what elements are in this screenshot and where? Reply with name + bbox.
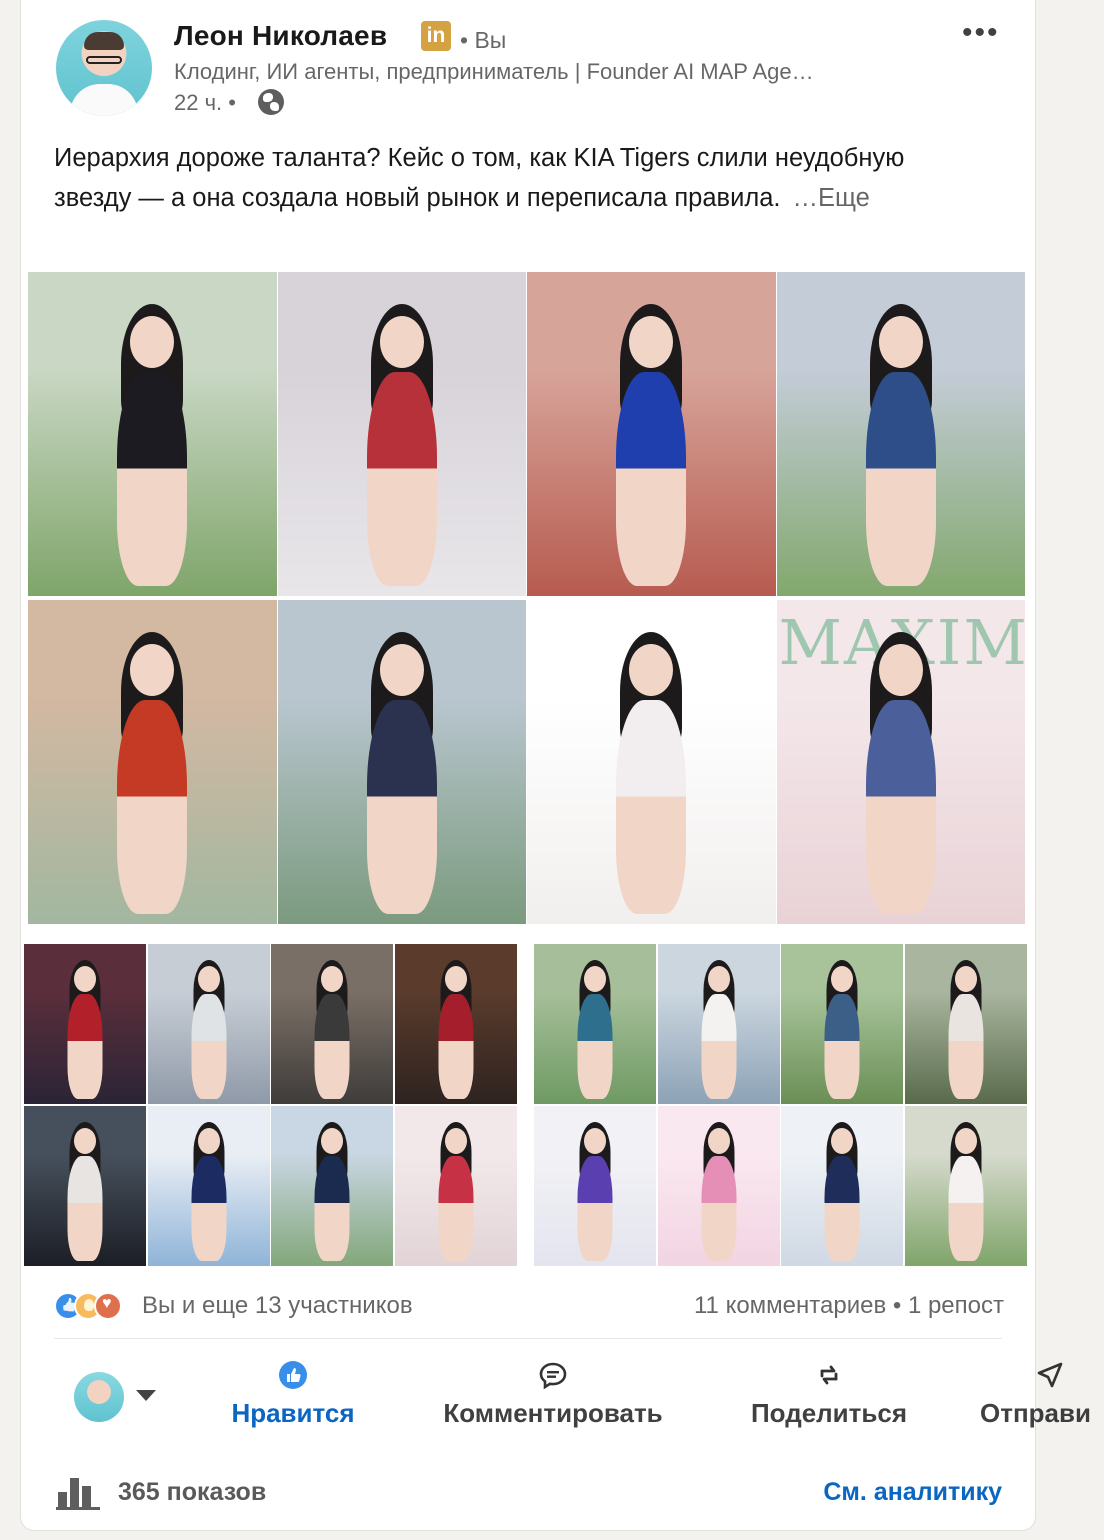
divider <box>54 1338 1002 1339</box>
gallery-photo[interactable] <box>394 944 517 1104</box>
author-headline: Клодинг, ИИ агенты, предприниматель | Fo… <box>174 59 814 84</box>
send-icon <box>1037 1362 1063 1388</box>
gallery-photo[interactable] <box>534 1106 656 1266</box>
gallery-photo[interactable] <box>277 272 526 596</box>
gallery-photo[interactable] <box>781 944 903 1104</box>
comment-icon <box>539 1362 567 1390</box>
gallery-photo[interactable] <box>147 944 270 1104</box>
comments-count[interactable]: 11 комментариев • 1 репост <box>694 1292 1004 1320</box>
gallery-photo[interactable] <box>781 1106 903 1266</box>
gallery-photo[interactable] <box>147 1106 270 1266</box>
gallery-photo[interactable] <box>904 1106 1027 1266</box>
gallery-photo[interactable] <box>527 272 776 596</box>
gallery-photo[interactable] <box>24 944 146 1104</box>
comment-label: Комментировать <box>443 1398 663 1428</box>
post-text: Иерархия дороже таланта? Кейс о том, как… <box>54 138 954 218</box>
gallery-photo[interactable] <box>904 944 1027 1104</box>
share-label: Поделиться <box>750 1398 908 1428</box>
view-analytics-link[interactable]: См. аналитику <box>823 1478 1002 1507</box>
love-reaction-icon <box>94 1292 122 1320</box>
linkedin-premium-icon: in <box>421 21 451 51</box>
post-time: 22 ч. • <box>174 90 236 115</box>
gallery-photo[interactable] <box>271 1106 393 1266</box>
gallery-photo[interactable] <box>394 1106 517 1266</box>
gallery-photo[interactable] <box>776 272 1025 596</box>
gallery-photo[interactable] <box>277 600 526 924</box>
like-button[interactable]: Нравится <box>210 1350 376 1440</box>
see-more-link[interactable]: …Еще <box>792 184 869 212</box>
gallery-photo[interactable] <box>24 1106 146 1266</box>
impressions-count: 365 показов <box>118 1478 267 1506</box>
like-label: Нравится <box>231 1398 355 1428</box>
gallery-photo[interactable] <box>657 1106 780 1266</box>
reactor-avatar[interactable] <box>74 1372 124 1422</box>
gallery-photo[interactable] <box>28 272 277 596</box>
share-button[interactable]: Поделиться <box>740 1350 918 1440</box>
gallery-photo[interactable]: MAXIM <box>776 600 1025 924</box>
author-avatar[interactable] <box>56 20 152 116</box>
post-body: Иерархия дороже таланта? Кейс о том, как… <box>54 144 905 212</box>
author-name[interactable]: Леон Николаев <box>174 20 387 52</box>
send-button[interactable]: Отправи <box>980 1350 1104 1440</box>
send-label: Отправи <box>980 1398 1091 1428</box>
action-bar: Нравится Комментировать Поделиться Отпра… <box>0 1350 1104 1440</box>
gallery-photo[interactable] <box>657 944 780 1104</box>
gallery-photo[interactable] <box>534 944 656 1104</box>
gallery-photo[interactable] <box>28 600 277 924</box>
connection-degree: • Вы <box>460 27 507 53</box>
globe-icon <box>258 89 284 115</box>
reactions-icons[interactable] <box>54 1292 134 1322</box>
gallery-photo[interactable] <box>271 944 393 1104</box>
social-counts: Вы и еще 13 участников 11 комментариев •… <box>54 1290 1004 1324</box>
thumbs-up-icon <box>279 1361 307 1389</box>
chevron-down-icon[interactable] <box>136 1390 156 1401</box>
comment-button[interactable]: Комментировать <box>428 1350 678 1440</box>
more-options-icon[interactable]: ••• <box>962 16 1000 50</box>
photo-gallery[interactable]: MAXIM <box>24 272 1027 1272</box>
gallery-photo[interactable] <box>527 600 776 924</box>
analytics-bar-chart-icon <box>56 1478 100 1510</box>
repost-icon <box>820 1365 838 1385</box>
reactions-count[interactable]: Вы и еще 13 участников <box>142 1292 413 1320</box>
